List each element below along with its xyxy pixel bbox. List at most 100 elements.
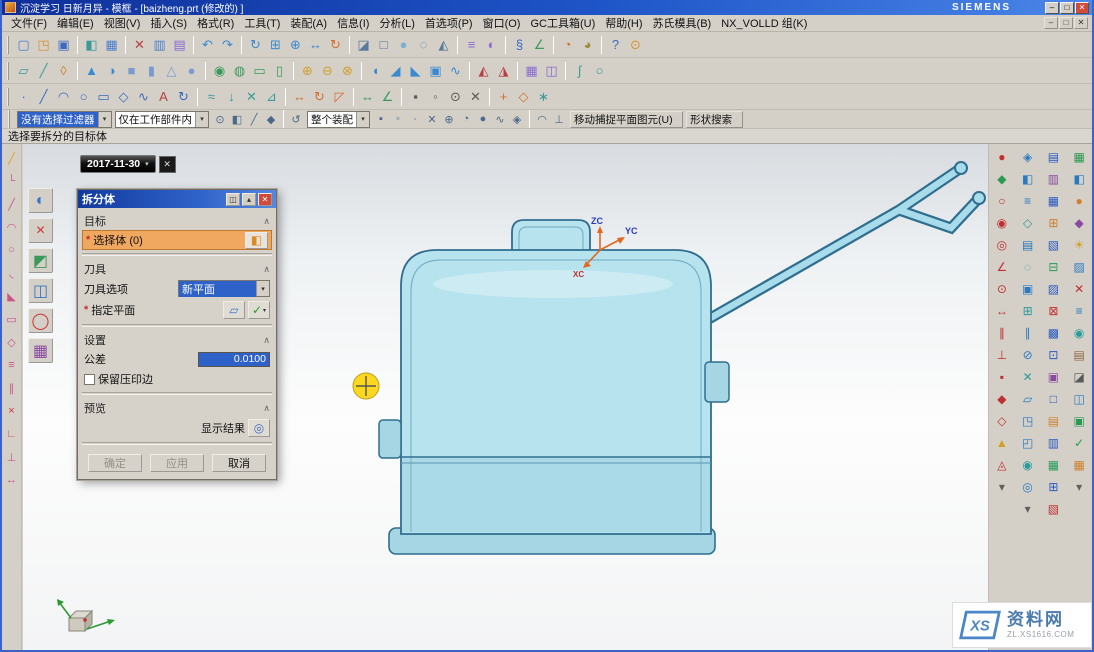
right-clip[interactable] bbox=[705, 362, 729, 402]
suppress-component-icon[interactable]: ⊘ bbox=[1019, 346, 1037, 364]
collapse-caret-icon[interactable]: ∧ bbox=[263, 403, 270, 414]
selection-filter-combo[interactable]: 没有选择过滤器 ▾ bbox=[17, 111, 112, 128]
move-face-icon[interactable]: ◩ bbox=[28, 248, 53, 273]
rib-icon[interactable]: ▯ bbox=[270, 61, 289, 80]
plane-dialog-button[interactable]: ▱ bbox=[223, 301, 245, 319]
menu-item-13[interactable]: 苏氏模具(B) bbox=[648, 14, 717, 32]
toolbar-grip[interactable] bbox=[8, 110, 11, 128]
split-body-icon[interactable]: ◮ bbox=[494, 61, 513, 80]
shape-search-button[interactable]: 形状搜索 ▾ bbox=[686, 111, 743, 128]
document-close-button[interactable]: ✕ bbox=[1074, 17, 1088, 29]
collapse-caret-icon[interactable]: ∧ bbox=[263, 264, 270, 275]
line-icon[interactable]: ╱ bbox=[34, 87, 53, 106]
reset-filter-icon[interactable]: ↺ bbox=[288, 111, 304, 127]
arrangements-icon[interactable]: ▤ bbox=[1019, 236, 1037, 254]
tube-icon[interactable]: ○ bbox=[590, 61, 609, 80]
menu-item-7[interactable]: 信息(I) bbox=[332, 14, 374, 32]
block-icon[interactable]: ■ bbox=[122, 61, 141, 80]
menu-item-14[interactable]: NX_VOLLD 组(K) bbox=[716, 14, 812, 32]
close-button[interactable]: ✕ bbox=[1075, 2, 1089, 14]
make-work-part-icon[interactable]: ◉ bbox=[1019, 456, 1037, 474]
menu-item-9[interactable]: 首选项(P) bbox=[420, 14, 478, 32]
snap-endpoint-icon[interactable]: ▪ bbox=[406, 87, 425, 106]
mold-body[interactable] bbox=[379, 220, 729, 554]
product-outline-icon[interactable]: ▱ bbox=[1019, 390, 1037, 408]
move-component-icon[interactable]: ◆ bbox=[993, 170, 1011, 188]
rotate-object-icon[interactable]: ↻ bbox=[310, 87, 329, 106]
measure-distance-icon[interactable]: ↔ bbox=[358, 87, 377, 106]
pattern-feature-icon[interactable]: ▦ bbox=[522, 61, 541, 80]
side-tool-16-icon[interactable]: ⊞ bbox=[1044, 478, 1062, 496]
refresh-icon[interactable]: ↻ bbox=[246, 35, 265, 54]
toolbar-grip[interactable] bbox=[7, 62, 10, 80]
section-curve-icon[interactable]: ⊿ bbox=[262, 87, 281, 106]
select-body-icon[interactable]: ◧ bbox=[245, 232, 268, 249]
document-maximize-button[interactable]: □ bbox=[1059, 17, 1073, 29]
layer-category-icon[interactable]: ≡ bbox=[1070, 302, 1088, 320]
layer-settings-icon[interactable]: ≡ bbox=[462, 35, 481, 54]
light-settings-icon[interactable]: ☀ bbox=[1070, 236, 1088, 254]
tolerance-field[interactable]: 0.0100 bbox=[198, 352, 270, 367]
assembly-sequence-icon[interactable]: ≡ bbox=[1019, 192, 1037, 210]
cylinder-icon[interactable]: ▮ bbox=[142, 61, 161, 80]
chevron-down-icon[interactable]: ▾ bbox=[98, 112, 111, 127]
edit-parameters-icon[interactable]: ◐ bbox=[28, 188, 53, 213]
copy-icon[interactable]: ▥ bbox=[150, 35, 169, 54]
display-part-icon[interactable]: ◧ bbox=[82, 35, 101, 54]
view-snapshot-icon[interactable]: ◧ bbox=[1070, 170, 1088, 188]
helix-icon[interactable]: ↻ bbox=[174, 87, 193, 106]
more-constraints-icon[interactable]: ▾ bbox=[993, 478, 1011, 496]
exploded-view-icon[interactable]: ◇ bbox=[1019, 214, 1037, 232]
visualization-icon[interactable]: ◉ bbox=[1070, 324, 1088, 342]
delete-face-icon[interactable]: × bbox=[28, 218, 53, 243]
select-edge-icon[interactable]: ╱ bbox=[246, 111, 262, 127]
menu-item-10[interactable]: 窗口(O) bbox=[478, 14, 526, 32]
side-tool-2-icon[interactable]: ▥ bbox=[1044, 170, 1062, 188]
collapse-caret-icon[interactable]: ∧ bbox=[263, 335, 270, 346]
object-info-icon[interactable]: § bbox=[510, 35, 529, 54]
snap-intersection-icon[interactable]: ✕ bbox=[424, 111, 440, 127]
dialog-collapse-button[interactable]: ▴ bbox=[242, 193, 256, 206]
bond-constraint-icon[interactable]: ◆ bbox=[993, 390, 1011, 408]
menu-item-3[interactable]: 插入(S) bbox=[145, 14, 192, 32]
side-tool-5-icon[interactable]: ▧ bbox=[1044, 236, 1062, 254]
move-object-icon[interactable]: ↔ bbox=[290, 87, 309, 106]
toolbar-grip[interactable] bbox=[7, 36, 10, 54]
save-icon[interactable]: ▣ bbox=[54, 35, 73, 54]
project-curve-icon[interactable]: ↓ bbox=[222, 87, 241, 106]
selection-scope-combo[interactable]: 仅在工作部件内 ▾ bbox=[115, 111, 210, 128]
polygon-icon[interactable]: ◇ bbox=[114, 87, 133, 106]
paste-icon[interactable]: ▤ bbox=[170, 35, 189, 54]
align-constraint-icon[interactable]: ◎ bbox=[993, 236, 1011, 254]
left-clip[interactable] bbox=[379, 420, 401, 458]
tool-option-combo[interactable]: 新平面 ▾ bbox=[178, 280, 270, 297]
constraints-icon[interactable]: ⊥ bbox=[4, 449, 20, 465]
mirror-assembly-icon[interactable]: ∥ bbox=[1019, 324, 1037, 342]
offset-curve-icon[interactable]: ≈ bbox=[202, 87, 221, 106]
datum-plane-icon[interactable]: ▱ bbox=[14, 61, 33, 80]
fit-constraint-icon[interactable]: ◇ bbox=[993, 412, 1011, 430]
date-close-button[interactable]: ✕ bbox=[159, 156, 176, 173]
sketch-circle-icon[interactable]: ○ bbox=[4, 242, 20, 258]
close-view-icon[interactable]: ✕ bbox=[1070, 280, 1088, 298]
show-hide-icon[interactable]: ◐ bbox=[482, 35, 501, 54]
undo-icon[interactable]: ↶ bbox=[198, 35, 217, 54]
dimension-icon[interactable]: ↔ bbox=[4, 472, 20, 488]
thread-icon[interactable]: ∿ bbox=[446, 61, 465, 80]
side-tool-1-icon[interactable]: ▤ bbox=[1044, 148, 1062, 166]
snapshot-icon[interactable]: ◔ bbox=[558, 35, 577, 54]
side-tool-15-icon[interactable]: ▦ bbox=[1044, 456, 1062, 474]
snap-midpoint-icon[interactable]: ◦ bbox=[426, 87, 445, 106]
constraint-ring-icon[interactable]: ○ bbox=[993, 192, 1011, 210]
perpendicular-constraint-icon[interactable]: ⊥ bbox=[993, 346, 1011, 364]
menu-item-12[interactable]: 帮助(H) bbox=[600, 14, 647, 32]
edit-background-icon[interactable]: ◕ bbox=[578, 35, 597, 54]
reference-set-icon[interactable]: ▣ bbox=[1019, 280, 1037, 298]
constraint-warning-icon[interactable]: ▲ bbox=[993, 434, 1011, 452]
scale-object-icon[interactable]: ◸ bbox=[330, 87, 349, 106]
snap-midpoint-icon[interactable]: ◦ bbox=[390, 111, 406, 127]
side-tool-10-icon[interactable]: ⊡ bbox=[1044, 346, 1062, 364]
cone-icon[interactable]: △ bbox=[162, 61, 181, 80]
snap-arc-center-icon[interactable]: ⊕ bbox=[441, 111, 457, 127]
chevron-down-icon[interactable]: ▾ bbox=[256, 281, 269, 296]
